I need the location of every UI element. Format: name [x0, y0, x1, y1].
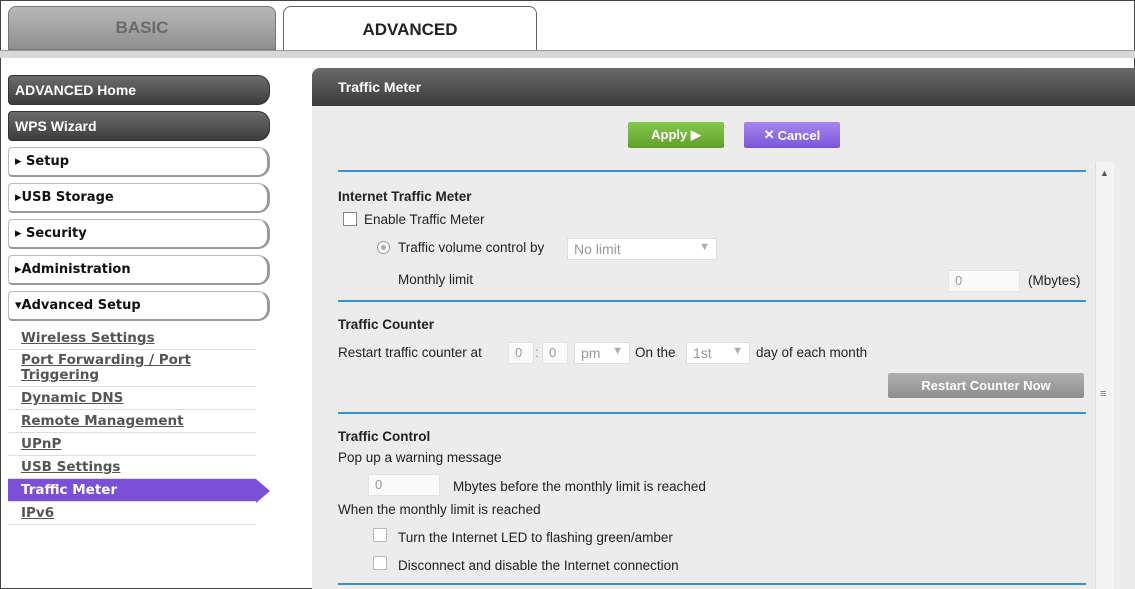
ampm-value: pm: [581, 345, 601, 361]
tab-advanced[interactable]: ADVANCED: [283, 6, 537, 52]
scroll-up-arrow-icon[interactable]: ▲: [1100, 168, 1109, 178]
submenu-dynamic-dns[interactable]: Dynamic DNS: [8, 387, 256, 410]
sidebar-item-wps-wizard[interactable]: WPS Wizard: [8, 111, 270, 141]
traffic-volume-select[interactable]: No limit ▼: [567, 238, 717, 260]
popup-warning-label: Pop up a warning message: [338, 450, 502, 465]
advanced-setup-submenu: Wireless Settings Port Forwarding / Port…: [8, 327, 270, 525]
restart-counter-label: Restart traffic counter at: [338, 345, 482, 360]
section-divider: [338, 583, 1086, 585]
sidebar-item-security[interactable]: ▸ Security: [8, 219, 270, 249]
time-colon: :: [535, 345, 539, 360]
restart-minute-input[interactable]: 0: [542, 342, 568, 364]
sidebar-item-setup[interactable]: ▸ Setup: [8, 147, 270, 177]
submenu-ipv6[interactable]: IPv6: [8, 502, 256, 525]
restart-counter-now-button[interactable]: Restart Counter Now: [888, 373, 1084, 398]
enable-traffic-meter-label: Enable Traffic Meter: [364, 212, 485, 227]
ampm-select[interactable]: pm ▼: [574, 342, 630, 364]
page-title: Traffic Meter: [312, 68, 1135, 106]
monthly-limit-label: Monthly limit: [398, 272, 474, 287]
flashing-led-checkbox[interactable]: [373, 528, 387, 542]
sidebar-item-usb-storage[interactable]: ▸USB Storage: [8, 183, 270, 213]
close-icon: ✕: [763, 127, 775, 142]
monthly-limit-input[interactable]: 0: [948, 270, 1020, 292]
apply-button[interactable]: Apply ▶: [628, 122, 724, 148]
vertical-scrollbar[interactable]: ▲ ≡: [1095, 162, 1114, 589]
disconnect-checkbox[interactable]: [373, 556, 387, 570]
day-suffix-label: day of each month: [756, 345, 868, 360]
submenu-port-forwarding[interactable]: Port Forwarding / Port Triggering: [8, 350, 256, 387]
section-heading-traffic-control: Traffic Control: [338, 429, 431, 444]
submenu-remote-management[interactable]: Remote Management: [8, 410, 256, 433]
limit-reached-label: When the monthly limit is reached: [338, 502, 541, 517]
flashing-led-label: Turn the Internet LED to flashing green/…: [398, 530, 673, 545]
section-divider: [338, 412, 1086, 414]
tab-strip-divider: [0, 50, 1135, 58]
section-divider: [338, 300, 1086, 302]
section-divider: [338, 170, 1086, 172]
monthly-limit-unit: (Mbytes): [1028, 273, 1081, 288]
cancel-label: Cancel: [777, 127, 821, 143]
disconnect-label: Disconnect and disable the Internet conn…: [398, 558, 679, 573]
warning-mbytes-label: Mbytes before the monthly limit is reach…: [453, 479, 706, 494]
sidebar-item-advanced-setup[interactable]: ▾Advanced Setup: [8, 291, 270, 321]
cancel-button[interactable]: ✕ Cancel: [744, 122, 840, 148]
sidebar-item-administration[interactable]: ▸Administration: [8, 255, 270, 285]
scroll-grip-icon[interactable]: ≡: [1100, 388, 1106, 400]
enable-traffic-meter-checkbox[interactable]: [343, 212, 357, 226]
traffic-volume-value: No limit: [574, 241, 621, 257]
submenu-upnp[interactable]: UPnP: [8, 433, 256, 456]
submenu-wireless-settings[interactable]: Wireless Settings: [8, 327, 256, 350]
sidebar-item-advanced-home[interactable]: ADVANCED Home: [8, 75, 270, 105]
section-heading-internet-traffic-meter: Internet Traffic Meter: [338, 189, 472, 204]
traffic-volume-radio[interactable]: [377, 241, 390, 254]
restart-hour-input[interactable]: 0: [508, 342, 534, 364]
tab-basic[interactable]: BASIC: [8, 6, 276, 50]
chevron-down-icon: ▼: [612, 345, 623, 357]
submenu-traffic-meter[interactable]: Traffic Meter: [8, 479, 270, 503]
restart-day-select[interactable]: 1st ▼: [686, 342, 750, 364]
submenu-usb-settings[interactable]: USB Settings: [8, 456, 256, 479]
warning-mbytes-input[interactable]: 0: [368, 474, 440, 496]
chevron-down-icon: ▼: [732, 345, 743, 357]
section-heading-traffic-counter: Traffic Counter: [338, 317, 435, 332]
main-panel: Traffic Meter Apply ▶ ✕ Cancel Internet …: [312, 68, 1135, 589]
traffic-volume-label: Traffic volume control by: [398, 240, 545, 255]
sidebar: ADVANCED Home WPS Wizard ▸ Setup ▸USB St…: [8, 75, 270, 525]
on-the-label: On the: [635, 345, 676, 360]
restart-day-value: 1st: [693, 345, 712, 361]
chevron-down-icon: ▼: [699, 241, 710, 253]
